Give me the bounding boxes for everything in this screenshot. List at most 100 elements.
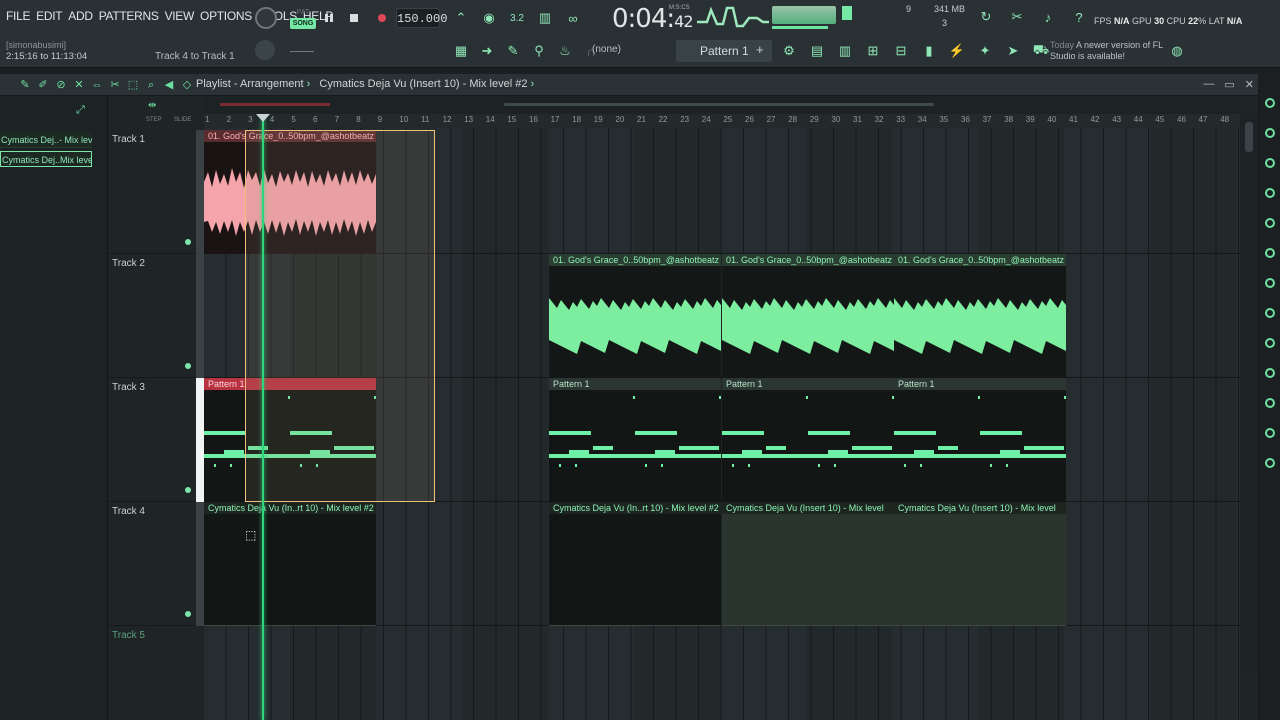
track-color-strip[interactable]	[196, 502, 204, 626]
loop-marker[interactable]	[220, 103, 330, 106]
automation-clip[interactable]: Cymatics Deja Vu (In..rt 10) - Mix level…	[204, 502, 376, 626]
countdown-icon[interactable]: 3.2	[506, 8, 528, 28]
speaker-icon[interactable]: ◀	[162, 77, 176, 93]
audio-clip[interactable]: 01. God's Grace_0..50bpm_@ashotbeatz	[722, 254, 894, 378]
sidebar-circle-icon[interactable]	[1265, 368, 1275, 378]
sidebar-circle-icon[interactable]	[1265, 218, 1275, 228]
step-edit-icon[interactable]: ▥	[534, 8, 556, 28]
sidebar-circle-icon[interactable]	[1265, 248, 1275, 258]
sidebar-circle-icon[interactable]	[1265, 338, 1275, 348]
select-icon[interactable]: ⬚	[126, 77, 140, 93]
slice-icon[interactable]: ✂	[108, 77, 122, 93]
track-header[interactable]: Track 4	[108, 502, 196, 626]
menu-options[interactable]: OPTIONS	[200, 9, 252, 27]
sidebar-circle-icon[interactable]	[1265, 98, 1275, 108]
breadcrumb-automation[interactable]: Cymatics Deja Vu (Insert 10) - Mix level…	[319, 78, 527, 90]
export-icon[interactable]: ➤	[1002, 41, 1024, 61]
wait-input-icon[interactable]: ◉	[478, 8, 500, 28]
channel-rack-icon[interactable]: ▥	[834, 41, 856, 61]
track-active-led[interactable]	[185, 239, 191, 245]
sidebar-circle-icon[interactable]	[1265, 398, 1275, 408]
vertical-scroll-thumb[interactable]	[1245, 122, 1253, 152]
horizontal-scroll[interactable]	[204, 96, 1240, 114]
metronome-icon[interactable]: ⌃	[450, 8, 472, 28]
browser-clip-item[interactable]: Cymatics Dej..- Mix level	[0, 132, 92, 148]
arrow-right-icon[interactable]: ➜	[476, 41, 498, 61]
scroll-thumb[interactable]	[504, 103, 934, 106]
cart-icon[interactable]: ⛟	[1030, 41, 1052, 61]
file-icon[interactable]: ▮	[918, 41, 940, 61]
pitch-slider[interactable]	[290, 46, 314, 52]
track-active-led[interactable]	[185, 363, 191, 369]
tempo-display[interactable]: 150.000	[396, 8, 447, 28]
pat-song-toggle[interactable]: PAT SONG	[290, 8, 316, 30]
maximize-icon[interactable]: ▭	[1224, 78, 1234, 91]
sidebar-circle-icon[interactable]	[1265, 278, 1275, 288]
automation-clip[interactable]: Cymatics Deja Vu (In..rt 10) - Mix level…	[549, 502, 721, 626]
mute-icon[interactable]: ✕	[72, 77, 86, 93]
snap-slide-label[interactable]: SLIDE	[174, 117, 191, 123]
pattern-clip[interactable]: Pattern 1	[722, 378, 894, 502]
menu-view[interactable]: VIEW	[165, 9, 195, 27]
tools-icon[interactable]: ✂	[1006, 7, 1028, 27]
piano-roll-icon[interactable]: ▤	[806, 41, 828, 61]
stop-button[interactable]	[343, 8, 365, 28]
audio-clip[interactable]: 01. God's Grace_0..50bpm_@ashotbeatz	[894, 254, 1066, 378]
snap-step-label[interactable]: STEP	[146, 117, 162, 123]
playhead[interactable]	[262, 118, 264, 720]
sidebar-circle-icon[interactable]	[1265, 428, 1275, 438]
refresh-icon[interactable]: ↻	[975, 7, 997, 27]
record-button[interactable]	[371, 8, 393, 28]
sidebar-circle-icon[interactable]	[1265, 188, 1275, 198]
zoom-icon[interactable]: ⌕	[144, 77, 158, 93]
slip-icon[interactable]: ⇔	[90, 77, 104, 93]
sidebar-circle-icon[interactable]	[1265, 308, 1275, 318]
track-active-led[interactable]	[185, 611, 191, 617]
track-color-strip[interactable]	[196, 254, 204, 378]
brush-icon[interactable]: ✐	[36, 77, 50, 93]
audio-clip[interactable]: 01. God's Grace_0..50bpm_@ashotbeatz	[549, 254, 721, 378]
pattern-clip[interactable]: Pattern 1	[549, 378, 721, 502]
browser-icon[interactable]: ⊟	[890, 41, 912, 61]
news-panel[interactable]: Today A newer version of FL Studio is av…	[1050, 40, 1180, 62]
menu-add[interactable]: ADD	[68, 9, 93, 27]
minimize-icon[interactable]: —	[1203, 78, 1214, 91]
track-header[interactable]: Track 1	[108, 130, 196, 254]
menu-file[interactable]: FILE	[6, 9, 30, 27]
add-pattern-button[interactable]: +	[756, 42, 764, 57]
plug-icon[interactable]: ⚡	[946, 41, 968, 61]
pattern-clip[interactable]: Pattern 1	[894, 378, 1066, 502]
track-color-strip[interactable]	[196, 130, 204, 254]
curve-icon[interactable]: ⤢	[76, 104, 85, 117]
sidebar-circle-icon[interactable]	[1265, 158, 1275, 168]
close-icon[interactable]: ✕	[1245, 78, 1254, 91]
delete-icon[interactable]: ⊘	[54, 77, 68, 93]
step-sequencer-icon[interactable]: ⊞	[862, 41, 884, 61]
menu-edit[interactable]: EDIT	[36, 9, 62, 27]
master-volume-knob[interactable]	[255, 7, 277, 29]
arrange-arrows-icon[interactable]: ◇	[180, 77, 194, 93]
playlist-title[interactable]: Playlist - Arrangement	[196, 78, 304, 90]
sidebar-circle-icon[interactable]	[1265, 128, 1275, 138]
plugin-icon[interactable]: ♨	[554, 41, 576, 61]
master-pitch-knob[interactable]	[255, 40, 275, 60]
paint-icon[interactable]: ✎	[18, 77, 32, 93]
browser-clip-item-selected[interactable]: Cymatics Dej..Mix level #2	[0, 151, 92, 167]
mixer-icon[interactable]: ⚙	[778, 41, 800, 61]
automation-clip[interactable]: Cymatics Deja Vu (Insert 10) - Mix level	[722, 502, 894, 626]
playhead-marker[interactable]	[256, 114, 270, 122]
timeline-ruler[interactable]: 1 2 3 4 5 6 7 8 9 10 11 12 13 14 15 16 17 18 19 20 21 22 23 24 2…	[204, 114, 1240, 128]
time-selection[interactable]	[245, 130, 435, 502]
wand-icon[interactable]: ✦	[974, 41, 996, 61]
track-active-led[interactable]	[185, 487, 191, 493]
automation-clip[interactable]: Cymatics Deja Vu (Insert 10) - Mix level	[894, 502, 1066, 626]
pencil-icon[interactable]: ✎	[502, 41, 524, 61]
loop-record-icon[interactable]: ∞	[562, 8, 584, 28]
sidebar-circle-icon[interactable]	[1265, 458, 1275, 468]
track-color-strip[interactable]	[196, 378, 204, 502]
playlist-icon[interactable]: ▦	[450, 41, 472, 61]
track-header[interactable]: Track 5	[108, 626, 196, 720]
track-header[interactable]: Track 3	[108, 378, 196, 502]
help-icon[interactable]: ?	[1068, 7, 1090, 27]
pause-button[interactable]	[318, 8, 340, 28]
